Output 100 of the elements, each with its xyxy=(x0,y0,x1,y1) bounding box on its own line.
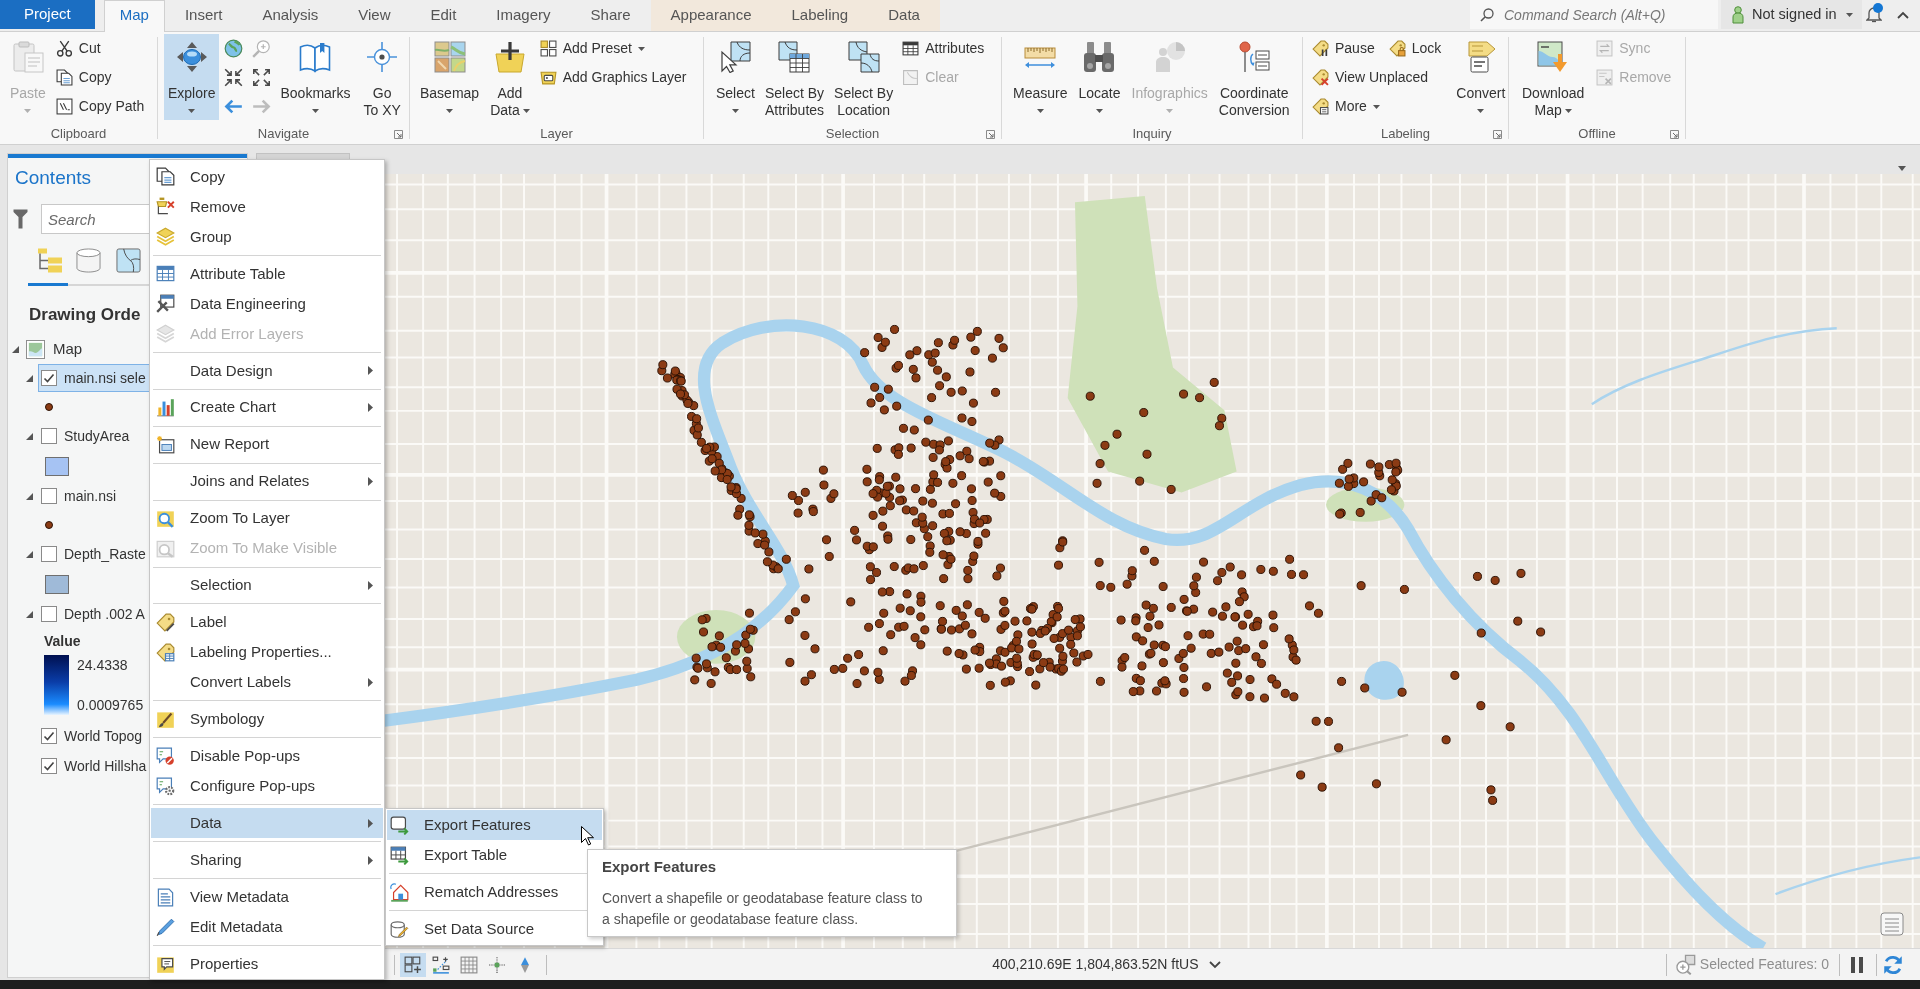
ribbon-button[interactable]: Measure xyxy=(1009,34,1072,120)
ribbon-button[interactable]: More xyxy=(1309,92,1383,121)
book-icon xyxy=(299,41,332,73)
menu-item[interactable]: Convert Labels xyxy=(151,667,383,698)
launcher-icon[interactable] xyxy=(394,129,403,139)
ribbon-button[interactable]: Go To XY xyxy=(359,34,405,120)
ribbon-button[interactable]: Copy xyxy=(52,63,115,92)
menu-item[interactable]: Data Engineering xyxy=(151,288,383,319)
menu-item[interactable]: Copy xyxy=(151,162,383,192)
group-label: Labeling xyxy=(1380,125,1431,144)
menu-item[interactable]: Data xyxy=(151,808,383,839)
checkbox[interactable] xyxy=(41,606,57,622)
ribbon-tab[interactable]: Imagery xyxy=(476,0,571,31)
ribbon-button[interactable]: Add Preset xyxy=(536,34,648,63)
chevron-down-icon[interactable] xyxy=(1208,960,1221,969)
checkbox[interactable] xyxy=(41,546,57,562)
menu-item[interactable]: Selection xyxy=(151,570,383,601)
ribbon-button[interactable]: Download Map xyxy=(1518,34,1589,120)
clear-selection-icon xyxy=(902,69,920,86)
ribbon-button[interactable]: Add Graphics Layer xyxy=(536,63,690,92)
ribbon-tab[interactable]: Appearance xyxy=(650,0,772,31)
launcher-icon[interactable] xyxy=(986,129,995,139)
ribbon-button[interactable]: Lock xyxy=(1385,34,1445,63)
menu-item[interactable]: Edit Metadata xyxy=(151,912,383,943)
ribbon-tab[interactable]: Labeling xyxy=(771,0,869,31)
ribbon-button[interactable]: Explore xyxy=(164,34,220,120)
ribbon-button[interactable]: Select xyxy=(712,34,759,120)
menu-item[interactable]: Properties xyxy=(151,949,383,980)
checkbox[interactable] xyxy=(41,728,57,744)
remove-layer-icon xyxy=(156,197,175,217)
ribbon-button[interactable]: Coordinate Conversion xyxy=(1214,34,1294,120)
map-sheet-icon xyxy=(115,248,141,273)
pane-title: Contents xyxy=(15,165,92,190)
ribbon-button[interactable]: Select By Attributes xyxy=(760,34,829,120)
ribbon-button[interactable]: Pause xyxy=(1309,34,1378,63)
ribbon-tab[interactable]: Data xyxy=(868,0,940,31)
menu-item[interactable]: Create Chart xyxy=(151,392,383,423)
menu-item[interactable]: View Metadata xyxy=(151,882,383,913)
ribbon-tab[interactable]: Map xyxy=(103,0,165,32)
menu-item[interactable]: Configure Pop-ups xyxy=(151,771,383,802)
expander-icon[interactable] xyxy=(26,432,33,440)
chevron-up-icon[interactable] xyxy=(1897,11,1909,19)
menu-item[interactable]: Sharing xyxy=(151,845,383,876)
ribbon-button[interactable]: Convert xyxy=(1452,34,1510,120)
menu-item[interactable]: Labeling Properties... xyxy=(151,637,383,668)
expander-icon[interactable] xyxy=(26,492,33,500)
ribbon-button[interactable]: Add Data xyxy=(486,34,534,120)
zoom-layer-icon xyxy=(156,509,175,529)
account-button[interactable]: Not signed in xyxy=(1721,0,1862,29)
pause-icon[interactable] xyxy=(1849,955,1865,974)
group-label: Offline xyxy=(1578,125,1616,144)
menu-item[interactable]: Symbology xyxy=(151,704,383,735)
coordinates-readout: 400,210.69E 1,804,863.52N ftUS xyxy=(992,955,1199,974)
refresh-icon[interactable] xyxy=(1883,954,1903,975)
arrows-inward-icon[interactable] xyxy=(224,68,244,87)
ribbon-tab[interactable]: View xyxy=(338,0,411,31)
zoom-selected-icon[interactable] xyxy=(1674,954,1696,975)
expander-icon[interactable] xyxy=(12,345,19,353)
ribbon-button[interactable]: Attributes xyxy=(899,34,988,63)
ribbon-button[interactable]: Cut xyxy=(52,34,104,63)
menu-item[interactable]: Export Features xyxy=(387,810,602,840)
person-icon xyxy=(1732,5,1744,24)
ribbon-tab[interactable]: Insert xyxy=(164,0,243,31)
menu-item[interactable]: Disable Pop-ups xyxy=(151,741,383,772)
checkbox[interactable] xyxy=(41,488,57,504)
menu-item[interactable]: Attribute Table xyxy=(151,258,383,289)
pin-list-icon xyxy=(1238,41,1271,73)
menu-item[interactable]: Label xyxy=(151,607,383,638)
map-tool-button[interactable] xyxy=(400,952,426,977)
launcher-icon[interactable] xyxy=(1493,129,1502,139)
map-name[interactable]: Map xyxy=(53,337,83,361)
menu-item[interactable]: Zoom To Layer xyxy=(151,503,383,534)
menu-item[interactable]: New Report xyxy=(151,429,383,460)
plus-icon xyxy=(493,41,526,73)
arrows-outward-icon[interactable] xyxy=(252,68,272,87)
notification-bell-icon[interactable] xyxy=(1866,5,1882,23)
ribbon-tab[interactable]: Edit xyxy=(410,0,477,31)
expander-icon[interactable] xyxy=(26,610,33,618)
ribbon-tab[interactable]: Project xyxy=(0,0,95,29)
launcher-icon[interactable] xyxy=(1670,129,1679,139)
ribbon-button[interactable]: Locate xyxy=(1074,34,1125,120)
checkbox[interactable] xyxy=(41,370,57,386)
command-search-field[interactable]: Command Search (Alt+Q) xyxy=(1470,0,1718,29)
ribbon-tab[interactable]: Share xyxy=(570,0,651,31)
caret-icon[interactable] xyxy=(1898,166,1906,171)
expander-icon[interactable] xyxy=(26,550,33,558)
filter-icon[interactable] xyxy=(13,209,28,229)
menu-item[interactable]: Joins and Relates xyxy=(151,466,383,497)
ribbon-button[interactable]: Bookmarks xyxy=(276,34,355,120)
ribbon-button[interactable]: View Unplaced xyxy=(1309,63,1432,92)
ribbon-button[interactable]: Select By Location xyxy=(830,34,898,120)
ribbon-tab[interactable]: Analysis xyxy=(242,0,339,31)
globe-icon[interactable] xyxy=(224,39,244,58)
ribbon-button[interactable]: Basemap xyxy=(416,34,484,120)
ribbon-button[interactable]: Copy Path xyxy=(52,92,148,121)
back-arrow-icon[interactable] xyxy=(224,97,244,116)
checkbox[interactable] xyxy=(41,758,57,774)
checkbox[interactable] xyxy=(41,428,57,444)
expander-icon[interactable] xyxy=(26,374,33,382)
dotted-crosshair-icon xyxy=(488,955,506,974)
